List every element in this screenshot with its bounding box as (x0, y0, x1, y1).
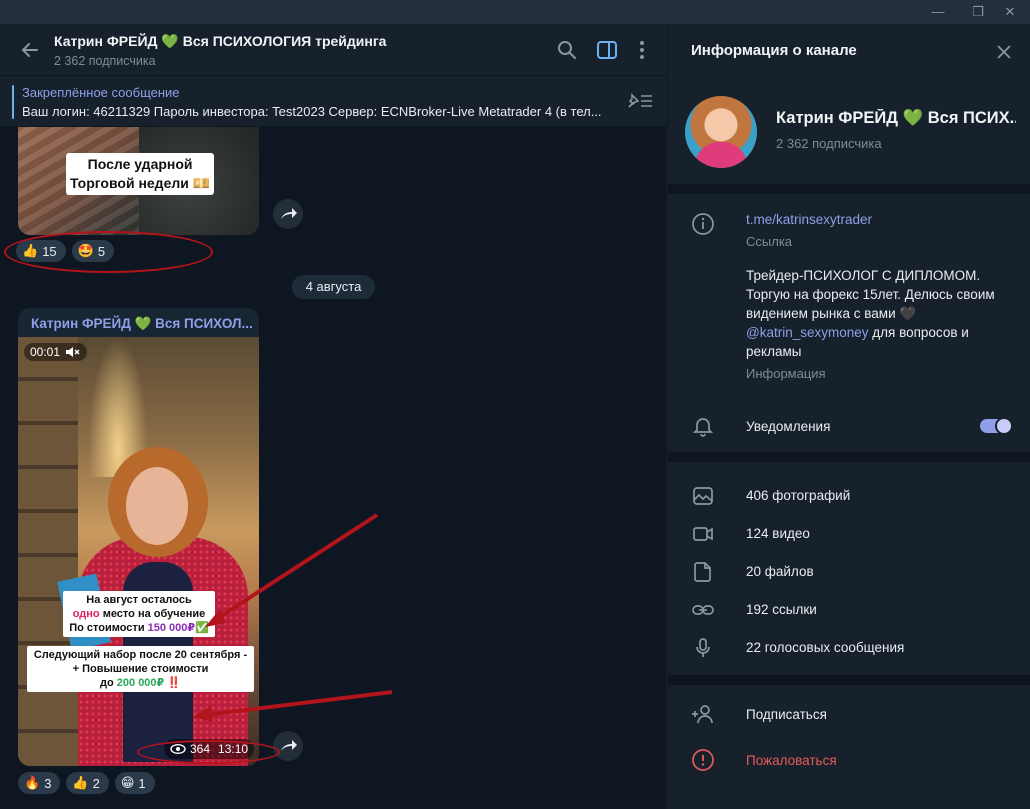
add-user-icon (692, 705, 713, 724)
channel-info-panel: Информация о канале Катрин ФРЕЙД 💚 Вся П… (667, 24, 1030, 809)
media-voice[interactable]: 22 голосовых сообщения (746, 640, 904, 655)
bell-icon (692, 418, 714, 437)
media-videos[interactable]: 124 видео (746, 526, 810, 541)
microphone-icon (696, 638, 710, 657)
minimize-button[interactable]: — (918, 0, 958, 24)
bio-mention-link[interactable]: @katrin_sexymoney (746, 325, 869, 340)
chat-history[interactable]: После ударной Торговой недели 💴 👍 15 🤩 5 4… (0, 127, 666, 809)
annotation-arrows (193, 513, 393, 722)
report-button[interactable]: Пожаловаться (746, 753, 837, 768)
back-arrow-icon[interactable] (18, 38, 42, 62)
bio-label: Информация (746, 366, 826, 381)
info-icon (692, 213, 714, 235)
avatar-dress (695, 142, 747, 168)
section-divider (668, 184, 1030, 194)
pinned-title: Закреплённое сообщение (22, 85, 180, 100)
link-label: Ссылка (746, 234, 793, 249)
channel-bio: Трейдер-ПСИХОЛОГ С ДИПЛОМОМ. Торгую на ф… (746, 266, 1016, 361)
channel-avatar[interactable] (685, 96, 757, 168)
pinned-indicator (12, 85, 14, 119)
annotation-arrowhead-1 (205, 609, 226, 627)
bio-text: Трейдер-ПСИХОЛОГ С ДИПЛОМОМ. Торгую на ф… (746, 268, 995, 321)
section-divider (668, 675, 1030, 685)
pinned-message-bar[interactable]: Закреплённое сообщение Ваш логин: 462113… (0, 77, 666, 127)
file-icon (694, 562, 711, 582)
media-links[interactable]: 192 ссылки (746, 602, 817, 617)
close-icon[interactable] (994, 42, 1014, 62)
search-icon[interactable] (555, 38, 579, 62)
pinned-text: Ваш логин: 46211329 Пароль инвестора: Te… (22, 104, 602, 119)
media-files[interactable]: 20 файлов (746, 564, 814, 579)
annotation-arrowhead-2 (193, 706, 213, 722)
report-icon (692, 749, 714, 771)
channel-subscribers: 2 362 подписчика (776, 136, 882, 151)
notifications-label[interactable]: Уведомления (746, 419, 830, 434)
more-menu-icon[interactable] (630, 38, 654, 62)
photo-icon (693, 487, 713, 505)
subscribe-button[interactable]: Подписаться (746, 707, 827, 722)
channel-title: Катрин ФРЕЙД 💚 Вся ПСИХ... (776, 109, 1016, 127)
section-divider (668, 452, 1030, 462)
toggle-knob (995, 417, 1013, 435)
channel-link[interactable]: t.me/katrinsexytrader (746, 212, 872, 227)
window-titlebar: — ❐ ✕ (0, 0, 1030, 24)
annotation-arrow-1 (210, 513, 379, 624)
sidebar-toggle-icon[interactable] (595, 38, 619, 62)
video-icon (693, 527, 713, 541)
chat-header: Катрин ФРЕЙД 💚 Вся ПСИХОЛОГИЯ трейдинга … (0, 24, 666, 76)
media-photos[interactable]: 406 фотографий (746, 488, 850, 503)
pinned-list-icon[interactable] (626, 91, 654, 111)
chat-subscribers: 2 362 подписчика (54, 54, 156, 68)
annotation-arrow-2 (204, 690, 393, 717)
notifications-toggle[interactable] (980, 417, 1013, 435)
info-header: Информация о канале (691, 42, 857, 59)
link-icon (692, 605, 714, 615)
chat-title[interactable]: Катрин ФРЕЙД 💚 Вся ПСИХОЛОГИЯ трейдинга (54, 33, 386, 50)
close-window-button[interactable]: ✕ (990, 0, 1030, 24)
